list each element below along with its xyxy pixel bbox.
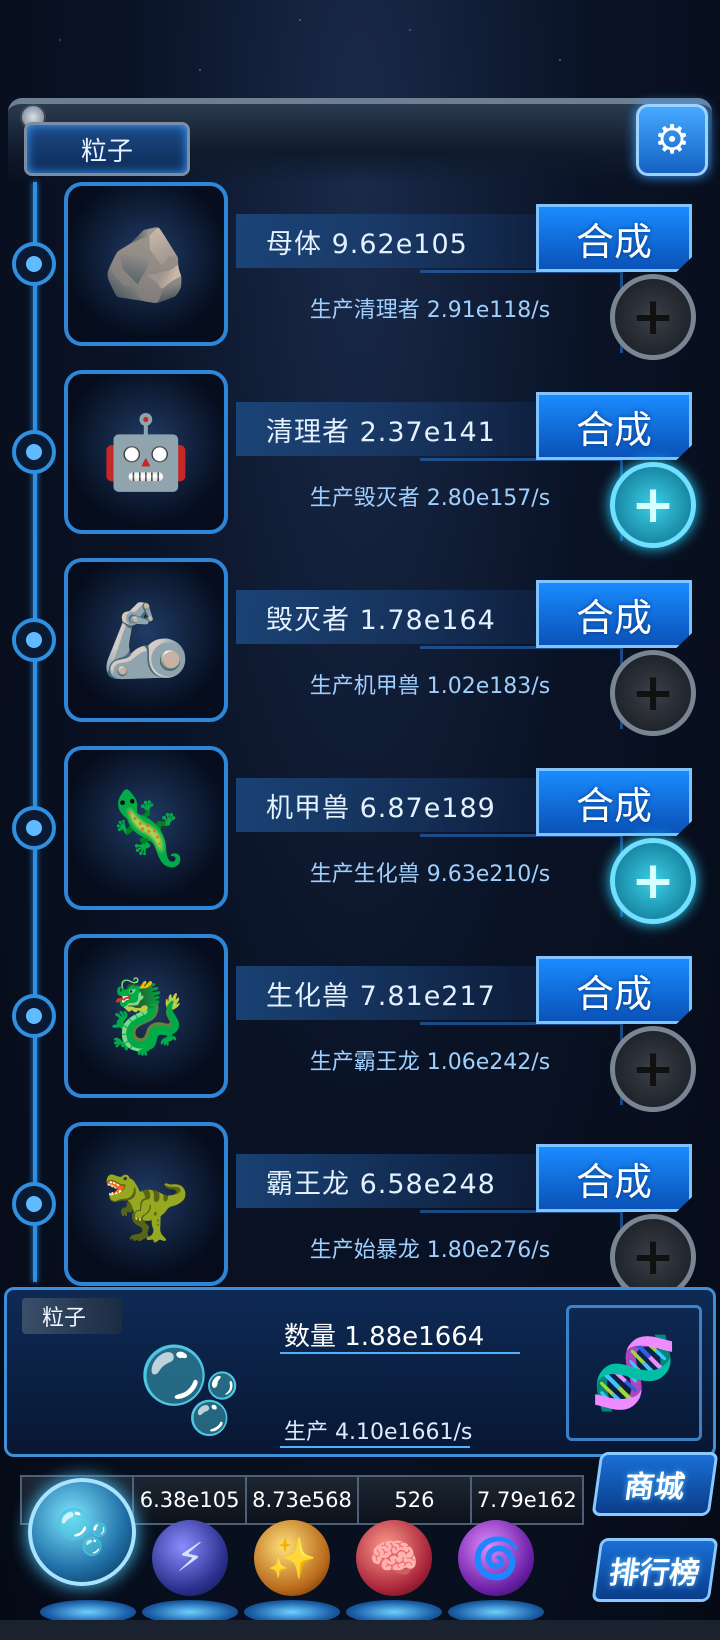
settings-button[interactable]: ⚙ [636, 104, 708, 176]
energy-icon: ✨ [267, 1535, 317, 1582]
synthesize-button[interactable]: 合成 [536, 580, 692, 648]
creature-production: 生产毁灭者 2.80e157/s [309, 486, 551, 511]
creature-portrait: 🦾 [64, 558, 228, 722]
creature-production: 生产霸王龙 1.06e242/s [309, 1050, 551, 1075]
tab-brain[interactable]: 🧠 [356, 1520, 432, 1596]
creature-name: 生化兽 7.81e217 [236, 966, 536, 1020]
tab-particle-selected[interactable]: 🫧 [28, 1478, 136, 1586]
creature-production: 生产清理者 2.91e118/s [309, 298, 551, 323]
count-underline [280, 1352, 520, 1354]
robot-drone-icon: 🤖 [101, 410, 191, 494]
portal-icon: 🌀 [471, 1535, 521, 1582]
creature-name: 毁灭者 1.78e164 [236, 590, 536, 644]
production-underline [280, 1446, 470, 1448]
mech-beast-icon: 🦎 [101, 786, 191, 870]
upgrade-button[interactable]: + [610, 650, 696, 736]
t-rex-icon: 🦖 [101, 1162, 191, 1246]
gear-icon: ⚙ [654, 117, 690, 163]
particle-cluster-icon: 🫧 [137, 1341, 243, 1439]
plus-icon: + [631, 851, 675, 911]
creature-name: 霸王龙 6.58e248 [236, 1154, 536, 1208]
creature-production: 生产生化兽 9.63e210/s [309, 862, 551, 887]
creature-portrait: 🤖 [64, 370, 228, 534]
creature-row: 🦎 机甲兽 6.87e189 合成 生产生化兽 9.63e210/s + [0, 746, 720, 924]
bio-dragon-icon: 🐉 [101, 974, 191, 1058]
creature-portrait: 🦖 [64, 1122, 228, 1286]
upgrade-button[interactable]: + [610, 1026, 696, 1112]
upgrade-button[interactable]: + [610, 462, 696, 548]
tab-energy[interactable]: ✨ [254, 1520, 330, 1596]
rock-creature-icon: 🪨 [101, 222, 191, 306]
creature-name: 母体 9.62e105 [236, 214, 536, 268]
creature-name: 清理者 2.37e141 [236, 402, 536, 456]
plus-icon: + [631, 1039, 675, 1099]
creature-row: 🪨 母体 9.62e105 合成 生产清理者 2.91e118/s + [0, 182, 720, 360]
leaderboard-button[interactable]: 排行榜 [591, 1538, 719, 1602]
creature-row: 🤖 清理者 2.37e141 合成 生产毁灭者 2.80e157/s + [0, 370, 720, 548]
page-title: 粒子 [24, 122, 190, 176]
panel-label: 粒子 [22, 1298, 122, 1334]
creature-name: 机甲兽 6.87e189 [236, 778, 536, 832]
plus-icon: + [631, 663, 675, 723]
creature-portrait: 🐉 [64, 934, 228, 1098]
particle-count: 数量 1.88e1664 [284, 1322, 485, 1352]
creature-portrait: 🪨 [64, 182, 228, 346]
lightning-icon: ⚡ [175, 1535, 205, 1581]
synthesize-button[interactable]: 合成 [536, 768, 692, 836]
creature-portrait: 🦎 [64, 746, 228, 910]
creature-row: 🦖 霸王龙 6.58e248 合成 生产始暴龙 1.80e276/s + [0, 1122, 720, 1300]
particle-icon: 🫧 [54, 1507, 110, 1558]
plus-icon: + [631, 475, 675, 535]
creature-row: 🦾 毁灭者 1.78e164 合成 生产机甲兽 1.02e183/s + [0, 558, 720, 736]
upgrade-button[interactable]: + [610, 274, 696, 360]
bottom-strip [0, 1620, 720, 1640]
tab-lightning[interactable]: ⚡ [152, 1520, 228, 1596]
plus-icon: + [631, 287, 675, 347]
synthesize-button[interactable]: 合成 [536, 204, 692, 272]
particle-production: 生产 4.10e1661/s [284, 1420, 473, 1445]
shop-button[interactable]: 商城 [591, 1452, 719, 1516]
upgrade-button[interactable]: + [610, 838, 696, 924]
synthesize-button[interactable]: 合成 [536, 1144, 692, 1212]
dna-icon: 🧬 [566, 1305, 702, 1441]
creature-production: 生产始暴龙 1.80e276/s [309, 1238, 551, 1263]
tab-portal[interactable]: 🌀 [458, 1520, 534, 1596]
synthesize-button[interactable]: 合成 [536, 392, 692, 460]
gatling-mech-icon: 🦾 [101, 598, 191, 682]
brain-icon: 🧠 [369, 1535, 419, 1582]
creature-production: 生产机甲兽 1.02e183/s [309, 674, 551, 699]
synthesize-button[interactable]: 合成 [536, 956, 692, 1024]
creature-row: 🐉 生化兽 7.81e217 合成 生产霸王龙 1.06e242/s + [0, 934, 720, 1112]
plus-icon: + [631, 1227, 675, 1287]
